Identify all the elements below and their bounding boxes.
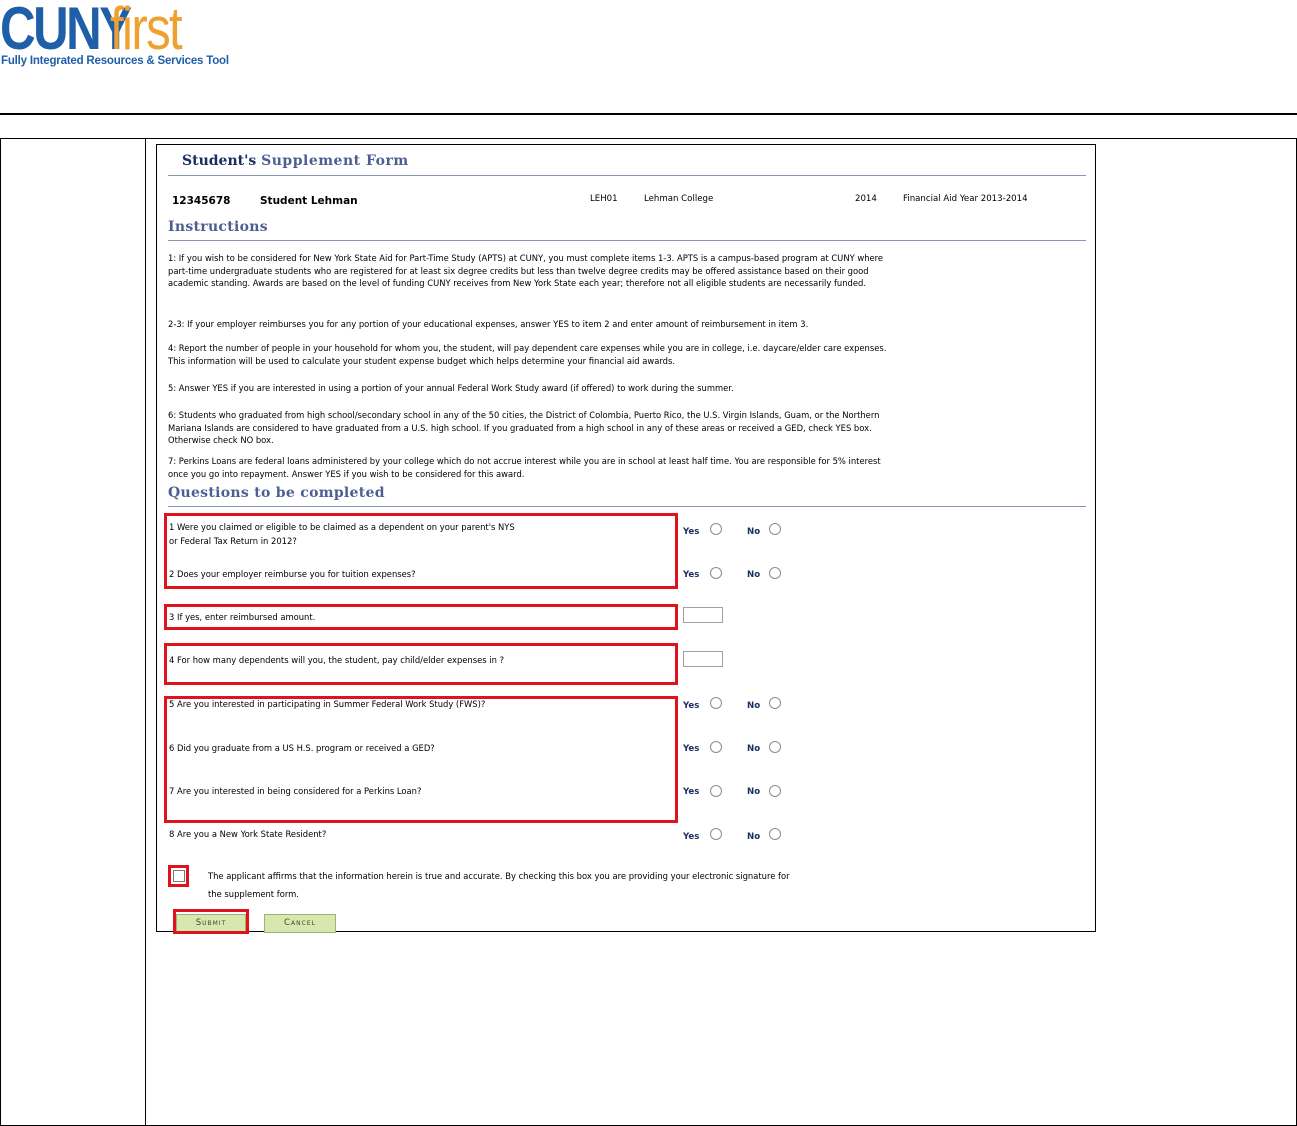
q1-yes-radio[interactable] (710, 523, 722, 535)
q5-yes-label: Yes (683, 701, 700, 711)
q8-no-radio[interactable] (769, 828, 781, 840)
question-8: 8 Are you a New York State Resident? (169, 829, 327, 839)
affirmation-text: The applicant affirms that the informati… (208, 868, 878, 903)
table-column-divider (145, 139, 146, 1125)
dependents-count-input[interactable] (683, 651, 723, 667)
institution-name: Lehman College (644, 194, 714, 204)
highlight-question-4 (164, 643, 678, 685)
q2-no-radio[interactable] (769, 567, 781, 579)
instruction-2-3: 2-3: If your employer reimburses you for… (168, 319, 809, 329)
student-name: Student Lehman (260, 195, 358, 207)
instructions-heading: Instructions (168, 219, 268, 235)
highlight-affirmation-checkbox (168, 865, 189, 887)
affirmation-line1: The applicant affirms that the informati… (208, 871, 790, 881)
highlight-questions-5-7 (164, 696, 678, 823)
aid-year-description: Financial Aid Year 2013-2014 (903, 194, 1028, 204)
form-title: Student's Supplement Form (182, 153, 409, 169)
q7-no-label: No (747, 787, 761, 797)
cunyfirst-logo: CUNY first Fully Integrated Resources & … (0, 0, 240, 75)
logo-tagline: Fully Integrated Resources & Services To… (1, 55, 229, 67)
instruction-1: 1: If you wish to be considered for New … (168, 253, 884, 288)
q2-no-label: No (747, 570, 761, 580)
q6-yes-radio[interactable] (710, 741, 722, 753)
highlight-submit-button (173, 909, 249, 934)
supplement-form-screenshot: Student's Supplement Form 12345678 Stude… (156, 144, 1096, 934)
q6-no-label: No (747, 744, 761, 754)
q8-yes-radio[interactable] (710, 828, 722, 840)
q8-no-label: No (747, 832, 761, 842)
institution-code: LEH01 (590, 194, 618, 204)
q7-no-radio[interactable] (769, 785, 781, 797)
instruction-4: 4: Report the number of people in your h… (168, 343, 887, 366)
instruction-6: 6: Students who graduated from high scho… (168, 410, 880, 445)
q5-yes-radio[interactable] (710, 697, 722, 709)
reimbursed-amount-input[interactable] (683, 607, 723, 623)
q1-no-radio[interactable] (769, 523, 781, 535)
q5-no-label: No (747, 701, 761, 711)
header-divider (0, 113, 1297, 115)
affirmation-line2: the supplement form. (208, 888, 299, 899)
student-id: 12345678 (172, 195, 231, 207)
questions-rule (168, 506, 1086, 507)
instruction-5: 5: Answer YES if you are interested in u… (168, 383, 734, 393)
highlight-question-3 (164, 604, 678, 630)
q1-yes-label: Yes (683, 527, 700, 537)
title-rule (168, 175, 1086, 176)
q6-yes-label: Yes (683, 744, 700, 754)
q2-yes-label: Yes (683, 570, 700, 580)
instructions-rule (168, 240, 1086, 241)
q8-yes-label: Yes (683, 832, 700, 842)
q6-no-radio[interactable] (769, 741, 781, 753)
questions-heading: Questions to be completed (168, 485, 385, 501)
q1-no-label: No (747, 527, 761, 537)
highlight-questions-1-2 (164, 513, 678, 589)
aid-year: 2014 (855, 194, 877, 204)
instruction-7: 7: Perkins Loans are federal loans admin… (168, 456, 881, 479)
q7-yes-radio[interactable] (710, 785, 722, 797)
form-title-part2: Supplement Form (261, 153, 409, 169)
logo-brand-accent: first (110, 0, 183, 62)
q2-yes-radio[interactable] (710, 567, 722, 579)
cancel-button[interactable]: Cancel (264, 914, 336, 933)
q7-yes-label: Yes (683, 787, 700, 797)
q5-no-radio[interactable] (769, 697, 781, 709)
form-title-part1: Student's (182, 153, 257, 169)
